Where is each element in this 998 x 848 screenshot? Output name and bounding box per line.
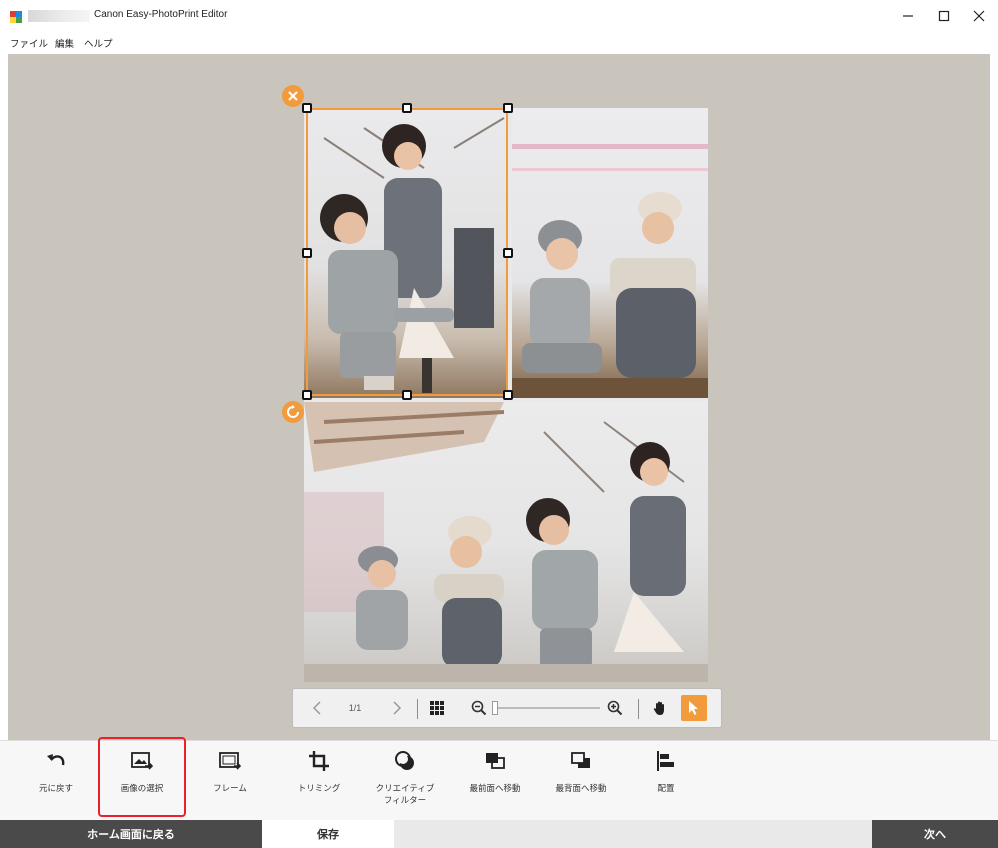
minimize-icon bbox=[903, 15, 913, 17]
creative-filter-label: クリエイティブ フィルター bbox=[375, 784, 435, 806]
previous-page-button[interactable] bbox=[307, 689, 327, 727]
menu-bar: ファイル 編集 ヘルプ bbox=[0, 34, 998, 52]
menu-help[interactable]: ヘルプ bbox=[84, 36, 113, 50]
select-tool-button[interactable] bbox=[681, 695, 707, 721]
cursor-arrow-icon bbox=[689, 701, 698, 715]
bring-to-front-label: 最前面へ移動 bbox=[469, 784, 521, 794]
blurred-title-area bbox=[28, 10, 90, 22]
menu-edit[interactable]: 編集 bbox=[55, 36, 74, 50]
highlight-annotation bbox=[98, 737, 186, 817]
next-page-button[interactable] bbox=[387, 689, 407, 727]
photo-children-group bbox=[304, 402, 708, 682]
photo-children-sitting bbox=[512, 144, 708, 398]
close-icon bbox=[288, 91, 298, 101]
photo-slot-top-right[interactable] bbox=[512, 108, 708, 398]
minimize-button[interactable] bbox=[893, 6, 923, 26]
rotate-icon bbox=[287, 405, 299, 418]
undo-icon bbox=[44, 749, 68, 773]
menu-file[interactable]: ファイル bbox=[10, 36, 48, 50]
rotate-button[interactable] bbox=[282, 401, 304, 423]
chevron-right-icon bbox=[393, 701, 402, 715]
send-to-back-label: 最背面へ移動 bbox=[555, 784, 607, 794]
window-title: Canon Easy-PhotoPrint Editor bbox=[94, 9, 228, 20]
page-indicator: 1/1 bbox=[348, 703, 362, 713]
grid-icon bbox=[430, 701, 444, 715]
resize-handle-bottom[interactable] bbox=[402, 390, 412, 400]
page-list-button[interactable] bbox=[425, 689, 449, 727]
resize-handle-top[interactable] bbox=[402, 103, 412, 113]
zoom-out-icon bbox=[471, 700, 487, 716]
align-icon bbox=[654, 749, 678, 773]
zoom-out-button[interactable] bbox=[469, 689, 489, 727]
undo-label: 元に戻す bbox=[38, 784, 73, 794]
save-button[interactable]: 保存 bbox=[262, 820, 394, 848]
resize-handle-top-right[interactable] bbox=[503, 103, 513, 113]
delete-item-button[interactable] bbox=[282, 85, 304, 107]
resize-handle-left[interactable] bbox=[302, 248, 312, 258]
selection-frame[interactable] bbox=[306, 108, 508, 396]
frame-icon bbox=[218, 749, 242, 773]
zoom-in-button[interactable] bbox=[605, 689, 625, 727]
creative-filter-icon bbox=[393, 749, 417, 773]
crop-icon bbox=[307, 749, 331, 773]
zoom-slider-thumb[interactable] bbox=[492, 701, 498, 715]
send-to-back-icon bbox=[569, 749, 593, 773]
zoom-slider-track[interactable] bbox=[495, 707, 600, 709]
page-navigation-bar: 1/1 bbox=[292, 688, 722, 728]
creative-filter-button[interactable]: クリエイティブ フィルター bbox=[364, 741, 446, 821]
align-label: 配置 bbox=[657, 784, 675, 794]
photo-slot-bottom[interactable] bbox=[304, 402, 708, 682]
hand-tool-button[interactable] bbox=[649, 689, 671, 727]
close-icon bbox=[973, 10, 985, 22]
chevron-left-icon bbox=[312, 701, 321, 715]
align-button[interactable]: 配置 bbox=[644, 741, 688, 821]
resize-handle-bottom-right[interactable] bbox=[503, 390, 513, 400]
close-window-button[interactable] bbox=[964, 6, 994, 26]
maximize-icon bbox=[938, 10, 950, 22]
bring-to-front-icon bbox=[483, 749, 507, 773]
frame-label: フレーム bbox=[213, 784, 247, 794]
app-icon bbox=[10, 11, 22, 23]
resize-handle-top-left[interactable] bbox=[302, 103, 312, 113]
bring-to-front-button[interactable]: 最前面へ移動 bbox=[454, 741, 536, 821]
resize-handle-bottom-left[interactable] bbox=[302, 390, 312, 400]
nav-divider bbox=[638, 699, 639, 719]
crop-button[interactable]: トリミング bbox=[286, 741, 352, 821]
hand-icon bbox=[653, 701, 664, 715]
zoom-in-icon bbox=[607, 700, 623, 716]
frame-button[interactable]: フレーム bbox=[200, 741, 260, 821]
crop-label: トリミング bbox=[297, 784, 341, 794]
undo-button[interactable]: 元に戻す bbox=[32, 741, 80, 821]
bottom-action-bar: ホーム画面に戻る 保存 次へ bbox=[0, 820, 998, 848]
resize-handle-right[interactable] bbox=[503, 248, 513, 258]
send-to-back-button[interactable]: 最背面へ移動 bbox=[540, 741, 622, 821]
next-button[interactable]: 次へ bbox=[872, 820, 998, 848]
back-to-home-button[interactable]: ホーム画面に戻る bbox=[0, 820, 262, 848]
bottom-bar-spacer bbox=[394, 820, 872, 848]
title-bar: Canon Easy-PhotoPrint Editor bbox=[0, 0, 998, 34]
nav-divider bbox=[417, 699, 418, 719]
maximize-button[interactable] bbox=[929, 6, 959, 26]
